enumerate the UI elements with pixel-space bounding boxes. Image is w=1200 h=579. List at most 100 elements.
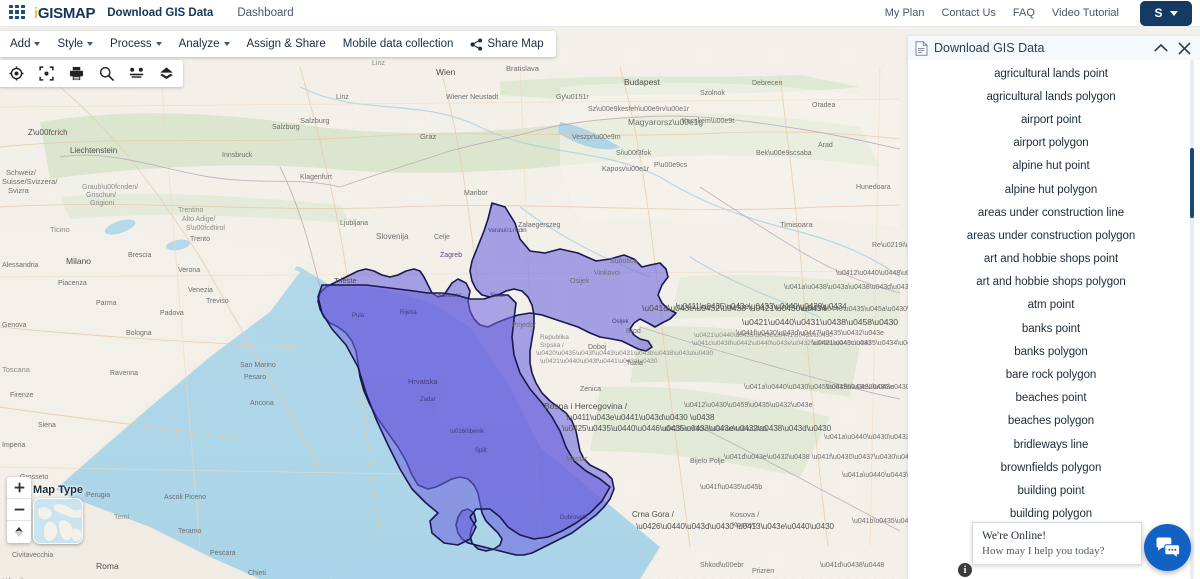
world-map-thumbnail-icon [34,499,82,543]
search-icon[interactable] [99,66,114,81]
svg-text:Doboj: Doboj [588,344,607,351]
list-item[interactable]: agricultural lands polygon [918,85,1184,108]
print-icon[interactable] [69,66,84,81]
list-item[interactable]: beaches point [918,387,1184,410]
svg-text:S\u00fcdtirol: S\u00fcdtirol [186,225,225,232]
svg-text:Split: Split [475,448,487,454]
panel-scrollbar-thumb[interactable] [1190,148,1194,218]
svg-text:Mostar: Mostar [566,456,588,463]
svg-text:Timisoara: Timisoara [780,220,813,229]
list-item[interactable]: airport polygon [918,132,1184,155]
svg-text:Pescara: Pescara [210,550,236,557]
panel-close-button[interactable] [1178,42,1191,55]
chat-launcher-button[interactable] [1144,524,1191,571]
select-area-icon[interactable] [39,66,54,81]
svg-text:Graub\u00fcnden/: Graub\u00fcnden/ [82,184,138,191]
download-gis-data-panel: Download GIS Data agricultural lands poi… [908,36,1200,579]
svg-text:Debrecen: Debrecen [752,80,782,87]
chevron-down-icon [87,42,94,46]
menu-share-map[interactable]: Share Map [470,37,544,51]
nav-faq[interactable]: FAQ [1013,7,1035,19]
map-zoom-controls[interactable] [7,477,31,543]
chevron-down-icon [34,42,41,46]
svg-text:Bratislava: Bratislava [506,64,540,73]
map-info-icon[interactable]: i [958,563,972,577]
menu-add[interactable]: Add [10,38,41,50]
map-menu-bar: Add Style Process Analyze Assign & Share… [0,31,556,57]
apps-grid-icon[interactable] [9,5,25,21]
svg-text:Budapest: Budapest [624,77,661,87]
panel-scrollbar-track[interactable] [1190,60,1194,579]
list-item[interactable]: art and hobbie shops polygon [918,271,1184,294]
svg-text:Prijedor: Prijedor [512,322,537,329]
svg-text:\u0412\u0430\u0459\u0435\u0432: \u0412\u0430\u0459\u0435\u0432\u043e [684,402,813,409]
svg-text:Liechtenstein: Liechtenstein [70,146,117,155]
list-item[interactable]: areas under construction line [918,201,1184,224]
list-item[interactable]: areas under construction polygon [918,224,1184,247]
nav-download-gis-data[interactable]: Download GIS Data [107,7,213,19]
list-item[interactable]: banks polygon [918,340,1184,363]
menu-assign-and-share[interactable]: Assign & Share [247,38,326,50]
svg-text:\u041f\u0435\u045b: \u041f\u0435\u045b [700,484,762,491]
gis-layer-list: agricultural lands point agricultural la… [908,60,1200,549]
list-item[interactable]: alpine hut point [918,155,1184,178]
list-item[interactable]: brownfields polygon [918,456,1184,479]
menu-process[interactable]: Process [110,38,162,50]
svg-text:Wien: Wien [436,67,456,77]
user-avatar-menu[interactable]: S [1140,0,1192,26]
avatar-initial: S [1154,6,1163,20]
svg-text:Salzburg: Salzburg [272,124,300,131]
list-item[interactable]: agricultural lands point [918,62,1184,85]
chevron-down-icon [223,42,230,46]
menu-style[interactable]: Style [57,38,94,50]
list-item[interactable]: airport point [918,108,1184,131]
svg-text:P\u00e9cs: P\u00e9cs [654,162,688,169]
panel-body[interactable]: agricultural lands point agricultural la… [908,60,1200,579]
list-item[interactable]: bare rock polygon [918,363,1184,386]
menu-analyze-label: Analyze [178,38,220,50]
svg-text:Celje: Celje [434,234,450,241]
locate-target-icon[interactable] [9,66,24,81]
svg-text:Chieti: Chieti [248,570,266,577]
svg-text:Firenze: Firenze [10,392,33,399]
svg-text:Zagreb: Zagreb [440,252,462,259]
svg-text:Osijek: Osijek [570,278,590,285]
list-item[interactable]: building point [918,479,1184,502]
list-item[interactable]: art and hobbie shops point [918,248,1184,271]
svg-text:Szolnok: Szolnok [700,90,725,97]
zoom-in-button[interactable] [7,477,31,499]
map-type-thumbnail[interactable] [33,498,83,544]
list-item[interactable]: alpine hut polygon [918,178,1184,201]
svg-text:Bosna i Hercegovina /: Bosna i Hercegovina / [544,401,628,411]
map-type-switcher[interactable]: Map Type [33,484,83,544]
compass-button[interactable] [7,521,31,543]
panel-collapse-button[interactable] [1154,43,1168,53]
nav-dashboard[interactable]: Dashboard [237,7,293,19]
chat-greeting-bubble[interactable]: We're Online! How may I help you today? [972,522,1142,565]
zoom-out-button[interactable] [7,499,31,521]
upload-layer-icon[interactable] [159,66,174,81]
nav-my-plan[interactable]: My Plan [885,7,925,19]
list-item[interactable]: banks point [918,317,1184,340]
svg-text:Hunedoara: Hunedoara [856,184,891,191]
svg-text:Trieste: Trieste [334,276,357,285]
svg-text:Ravenna: Ravenna [110,370,138,377]
brand-logo[interactable]: i GISMAP [34,5,96,22]
menu-mobile-data-collection[interactable]: Mobile data collection [343,38,454,50]
measure-distance-icon[interactable] [129,66,144,81]
header-right-nav: My Plan Contact Us FAQ Video Tutorial S [885,0,1200,26]
list-item[interactable]: bridleways line [918,433,1184,456]
svg-text:Grigioni: Grigioni [90,200,115,207]
svg-text:Linz: Linz [336,94,349,101]
svg-text:\u041f\u0430\u043d\u0447\u0435: \u041f\u0430\u043d\u0447\u0435\u0432\u04… [736,330,884,337]
svg-text:Subotica: Subotica [610,258,637,265]
list-item[interactable]: beaches polygon [918,410,1184,433]
svg-text:Trento: Trento [190,236,210,243]
svg-text:San Marino: San Marino [240,362,276,369]
menu-analyze[interactable]: Analyze [179,38,230,50]
nav-contact-us[interactable]: Contact Us [941,7,995,19]
list-item[interactable]: atm point [918,294,1184,317]
svg-text:Perugia: Perugia [86,492,110,499]
svg-text:Bologna: Bologna [126,330,152,337]
nav-video-tutorial[interactable]: Video Tutorial [1052,7,1119,19]
